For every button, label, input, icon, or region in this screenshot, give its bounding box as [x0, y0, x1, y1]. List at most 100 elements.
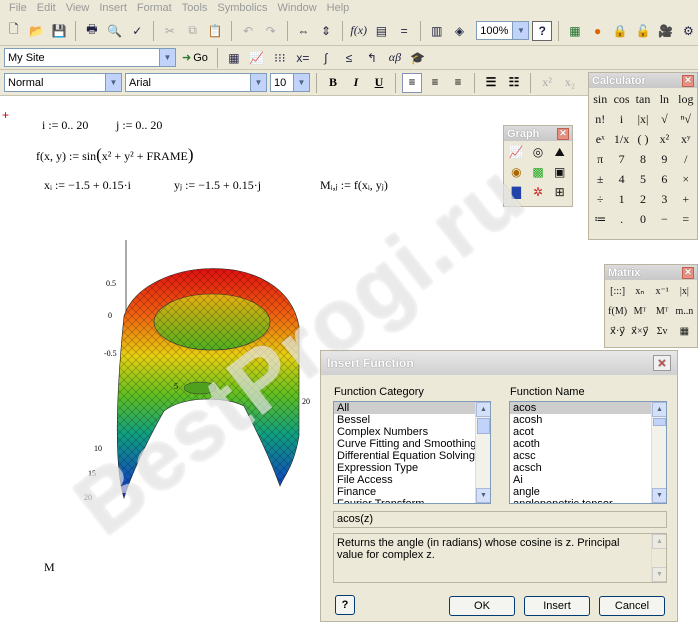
graph-toolbar-icon[interactable]: 📈	[247, 48, 267, 68]
underline-button[interactable]: U	[369, 73, 389, 93]
zoom-select[interactable]: 100% ▼	[476, 21, 530, 40]
category-list-item[interactable]: Differential Equation Solving	[334, 450, 490, 462]
function-list-item[interactable]: anglepenetric tensor	[510, 498, 666, 503]
calculate-icon[interactable]: =	[394, 21, 414, 41]
evaluation-toolbar-icon[interactable]: x=	[293, 48, 313, 68]
calculator-button[interactable]: 1/x	[611, 130, 631, 149]
polar-plot-icon[interactable]: ◎	[528, 143, 549, 162]
zoom-icon[interactable]: ✲	[528, 183, 549, 202]
function-list-item[interactable]: angle	[510, 486, 666, 498]
scroll-thumb[interactable]	[477, 418, 490, 434]
matrix-button[interactable]: x⁻¹	[652, 282, 673, 301]
ok-button[interactable]: OK	[449, 596, 515, 616]
surface-plot-icon[interactable]: ⛰	[549, 143, 570, 162]
calculator-toolbar-icon[interactable]: ▦	[224, 48, 244, 68]
boolean-toolbar-icon[interactable]: ≤	[339, 48, 359, 68]
video-icon[interactable]: 🎥	[656, 21, 676, 41]
insert-function-icon[interactable]: f(x)	[349, 21, 369, 41]
menu-item-view[interactable]: View	[61, 2, 95, 14]
calculator-button[interactable]: +	[676, 190, 696, 209]
function-list-item[interactable]: acot	[510, 426, 666, 438]
redo-icon[interactable]: ↷	[261, 21, 281, 41]
calculator-button[interactable]: 2	[633, 190, 653, 209]
category-list-item[interactable]: Fourier Transform	[334, 498, 490, 503]
unlock-icon[interactable]: 🔓	[633, 21, 653, 41]
scroll-up-icon[interactable]: ▲	[476, 402, 490, 417]
menu-item-help[interactable]: Help	[322, 2, 355, 14]
excel-icon[interactable]: ▦	[565, 21, 585, 41]
matrix-button[interactable]: Σv	[652, 322, 673, 341]
open-folder-icon[interactable]: 📂	[27, 21, 47, 41]
menu-item-tools[interactable]: Tools	[177, 2, 213, 14]
paste-icon[interactable]: 📋	[205, 21, 225, 41]
calculator-button[interactable]: 8	[633, 150, 653, 169]
calculator-button[interactable]: tan	[633, 90, 653, 109]
copy-icon[interactable]: ⧉	[183, 21, 203, 41]
menu-item-format[interactable]: Format	[132, 2, 177, 14]
calculator-button[interactable]: ÷	[590, 190, 610, 209]
calculator-button[interactable]: 1	[611, 190, 631, 209]
scroll-thumb[interactable]	[653, 418, 666, 426]
function-scrollbar[interactable]: ▲ ▼	[651, 402, 666, 503]
menu-item-file[interactable]: File	[4, 2, 32, 14]
matrix-button[interactable]: f(M)	[607, 302, 628, 321]
function-category-list[interactable]: All Bessel Complex Numbers Curve Fitting an…	[333, 401, 491, 504]
go-button[interactable]: ➜ Go	[179, 48, 211, 68]
ball-icon[interactable]: ●	[588, 21, 608, 41]
calculator-button[interactable]: ×	[676, 170, 696, 189]
calculator-button[interactable]: i	[611, 110, 631, 129]
calculator-button[interactable]: 0	[633, 210, 653, 229]
matrix-button[interactable]: ▦	[674, 322, 695, 341]
calculator-button[interactable]: ln	[654, 90, 674, 109]
calculator-button[interactable]: ⁿ√	[676, 110, 696, 129]
insert-button[interactable]: Insert	[524, 596, 590, 616]
help-icon[interactable]: ?	[532, 20, 553, 41]
symbolic-toolbar-icon[interactable]: 🎓	[408, 48, 428, 68]
calculus-toolbar-icon[interactable]: ∫	[316, 48, 336, 68]
range-j[interactable]: j := 0.. 20	[116, 118, 162, 133]
calculator-button[interactable]: x²	[654, 130, 674, 149]
calculator-button[interactable]: ±	[590, 170, 610, 189]
calculator-button[interactable]: n!	[590, 110, 610, 129]
greek-toolbar-icon[interactable]: αβ	[385, 48, 405, 68]
matrix-label[interactable]: M	[44, 560, 55, 575]
programming-toolbar-icon[interactable]: ↰	[362, 48, 382, 68]
scroll-down-icon[interactable]: ▼	[476, 488, 490, 503]
matrix-button[interactable]: x⃗×y⃗	[629, 322, 650, 341]
calculator-button[interactable]: .	[611, 210, 631, 229]
lock-icon[interactable]: 🔒	[610, 21, 630, 41]
category-list-item[interactable]: Curve Fitting and Smoothing	[334, 438, 490, 450]
3d-scatter-icon[interactable]: ▣	[549, 163, 570, 182]
help-button[interactable]: ?	[335, 595, 355, 615]
matrix-button[interactable]: |x|	[674, 282, 695, 301]
new-document-icon[interactable]: 🗋	[4, 21, 24, 41]
calculator-button[interactable]: cos	[611, 90, 631, 109]
component-icon[interactable]: ⚙	[679, 21, 698, 41]
close-icon[interactable]: ✕	[682, 74, 694, 87]
surface-plot[interactable]: 0.5 0 -0.5 5 10 15 20 20	[84, 236, 324, 526]
calculator-title-bar[interactable]: Calculator ✕	[589, 73, 697, 88]
style-select[interactable]: Normal ▼	[4, 73, 122, 92]
cancel-button[interactable]: Cancel	[599, 596, 665, 616]
superscript-icon[interactable]: x²	[537, 73, 557, 93]
font-select[interactable]: Arial ▼	[125, 73, 267, 92]
vector-field-icon[interactable]: ▇	[506, 183, 527, 202]
print-preview-icon[interactable]: 🔍	[105, 21, 125, 41]
calculator-button[interactable]: /	[676, 150, 696, 169]
insert-component-icon[interactable]: ▥	[427, 21, 447, 41]
matrix-toolbar-icon[interactable]: ⁝⁝⁝	[270, 48, 290, 68]
calculator-button[interactable]: sin	[590, 90, 610, 109]
scroll-down-icon[interactable]: ▼	[652, 488, 666, 503]
matrix-button[interactable]: x⃗·y⃗	[607, 322, 628, 341]
menu-item-window[interactable]: Window	[273, 2, 322, 14]
contour-plot-icon[interactable]: ◉	[506, 163, 527, 182]
matrix-button[interactable]: m..n	[674, 302, 695, 321]
matrix-button[interactable]: Mᵀ	[652, 302, 673, 321]
function-name-list[interactable]: acos acosh acot acoth acsc acsch Ai angle anglep…	[509, 401, 667, 504]
cut-icon[interactable]: ✂	[160, 21, 180, 41]
calculator-button[interactable]: =	[676, 210, 696, 229]
save-icon[interactable]: 💾	[49, 21, 69, 41]
calculator-button[interactable]: ≔	[590, 210, 610, 229]
numbering-icon[interactable]: ☷	[504, 73, 524, 93]
insert-unit-icon[interactable]: ▤	[372, 21, 392, 41]
